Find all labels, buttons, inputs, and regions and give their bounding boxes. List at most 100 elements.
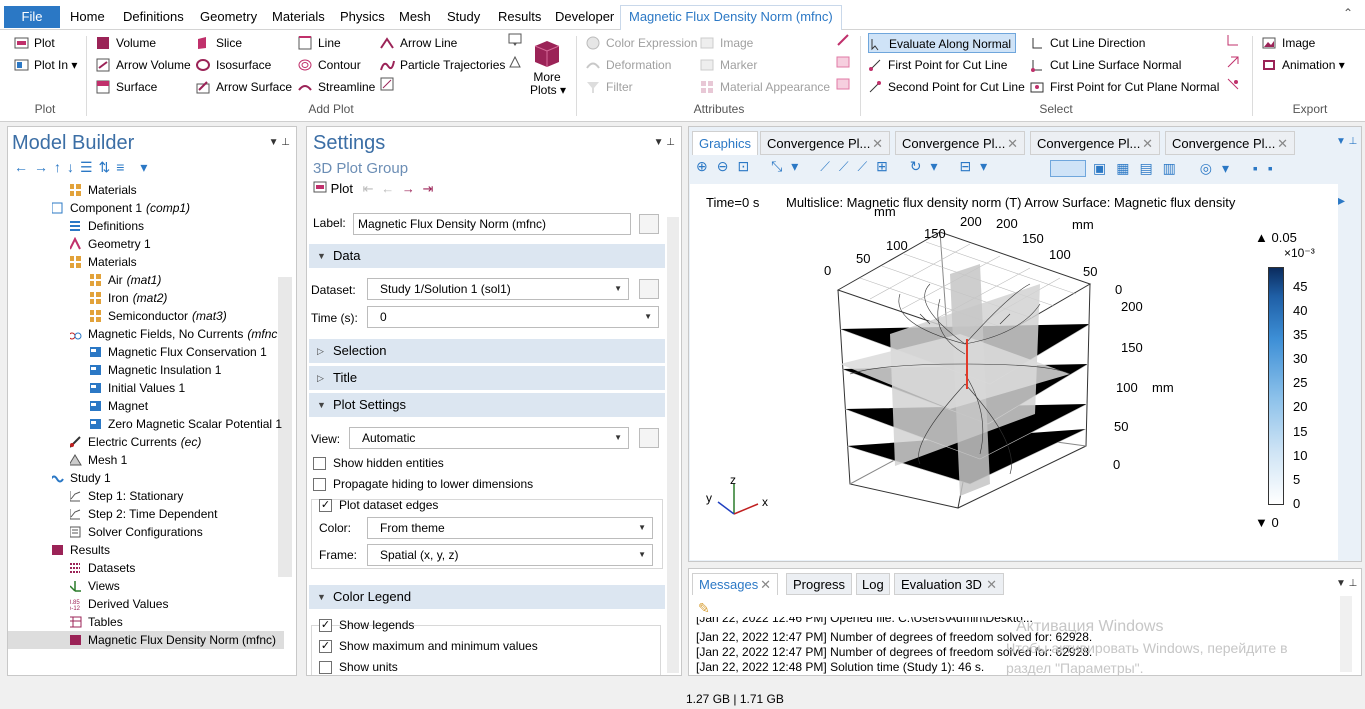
tree-item[interactable]: ▷Iron(mat2)	[90, 289, 284, 307]
tree-item[interactable]: ▷Datasets	[70, 559, 284, 577]
tree-item[interactable]: ▷Solver Configurations	[70, 523, 284, 541]
streamline-button[interactable]: Streamline	[298, 77, 375, 97]
material-appearance-button[interactable]: Material Appearance	[700, 77, 830, 97]
close-icon[interactable]: ✕	[1277, 132, 1288, 156]
surface-button[interactable]: Surface	[96, 77, 157, 97]
label-edit-icon[interactable]	[639, 214, 659, 234]
annotation-button[interactable]	[380, 77, 395, 97]
tree-item[interactable]: Step 2: Time Dependent	[70, 505, 284, 523]
tab-messages[interactable]: Messages ✕	[692, 573, 778, 595]
graphics-side-icon[interactable]: ▸	[1338, 192, 1345, 209]
plot-in-button[interactable]: Plot In ▾	[14, 55, 77, 75]
tree-item[interactable]: Magnet	[90, 397, 284, 415]
arrow-volume-button[interactable]: Arrow Volume	[96, 55, 191, 75]
filter-button[interactable]: Filter	[586, 77, 633, 97]
tree-item[interactable]: Initial Values 1	[90, 379, 284, 397]
select-tool-1-button[interactable]	[1226, 33, 1241, 53]
settings-scrollbar[interactable]	[667, 217, 679, 673]
selection-attr-button[interactable]	[836, 33, 851, 53]
next-icon[interactable]: →	[402, 181, 415, 196]
first-point-cut-plane-button[interactable]: First Point for Cut Plane Normal	[1030, 77, 1219, 97]
close-icon[interactable]: ✕	[1007, 132, 1018, 156]
tree-item[interactable]: Magnetic Insulation 1	[90, 361, 284, 379]
dataset-select[interactable]: Study 1/Solution 1 (sol1) ▼	[367, 278, 629, 300]
tree-item[interactable]: Mesh 1	[70, 451, 284, 469]
evaluate-along-normal-button[interactable]: Evaluate Along Normal	[868, 33, 1017, 53]
close-icon[interactable]: ✕	[986, 574, 997, 596]
tree-item[interactable]: ▼Component 1(comp1)	[52, 199, 284, 217]
previous-icon[interactable]: ←	[381, 181, 394, 196]
particle-trajectories-button[interactable]: Particle Trajectories	[380, 55, 505, 75]
view-select[interactable]: Automatic ▼	[349, 427, 629, 449]
show-hidden-checkbox[interactable]: Show hidden entities	[313, 454, 444, 472]
point-graph-button[interactable]	[508, 33, 523, 53]
tree-item[interactable]: Magnetic Flux Conservation 1	[90, 343, 284, 361]
show-legends-checkbox[interactable]: ✓ Show legends	[319, 616, 414, 634]
deformation-button[interactable]: Deformation	[586, 55, 671, 75]
tab-results[interactable]: Results	[492, 6, 547, 28]
marker-button[interactable]: Marker	[700, 55, 757, 75]
plot-button[interactable]: Plot	[14, 33, 55, 53]
tree-item[interactable]: ▷Magnetic Flux Density Norm (mfnc)	[70, 631, 284, 649]
tree-item[interactable]: ▼Study 1	[52, 469, 284, 487]
section-color-legend[interactable]: ▼ Color Legend	[309, 585, 665, 609]
tree-item[interactable]: ▼Magnetic Fields, No Currents(mfnc	[70, 325, 284, 343]
tree-item[interactable]: ▼Results	[52, 541, 284, 559]
tree-item[interactable]: 8.85e-12 Derived Values	[70, 595, 284, 613]
first-point-cut-line-button[interactable]: First Point for Cut Line	[868, 55, 1007, 75]
propagate-hiding-checkbox[interactable]: Propagate hiding to lower dimensions	[313, 475, 533, 493]
close-icon[interactable]: ✕	[1142, 132, 1153, 156]
tree-item[interactable]: ▷Tables	[70, 613, 284, 631]
settings-plot-button[interactable]: Plot ⇤ ← → ⇥	[313, 181, 433, 197]
frame-select[interactable]: Spatial (x, y, z) ▼	[367, 544, 653, 566]
close-icon[interactable]: ✕	[872, 132, 883, 156]
last-icon[interactable]: ⇥	[422, 181, 433, 196]
tab-study[interactable]: Study	[441, 6, 486, 28]
select-tool-3-button[interactable]	[1226, 77, 1241, 97]
max-min-button[interactable]	[508, 55, 523, 75]
show-units-checkbox[interactable]: Show units	[319, 658, 398, 676]
tab-convergence-1[interactable]: Convergence Pl... ✕	[760, 131, 890, 155]
more-plots-button[interactable]: More Plots ▾	[530, 38, 566, 98]
tree-item[interactable]: ▼Materials	[70, 253, 284, 271]
color-select[interactable]: From theme ▼	[367, 517, 653, 539]
arrow-line-button[interactable]: Arrow Line	[380, 33, 457, 53]
tree-item[interactable]: ▷Geometry 1	[70, 235, 284, 253]
tree-item[interactable]: ▷Electric Currents(ec)	[70, 433, 284, 451]
plot-dataset-edges-checkbox[interactable]: ✓ Plot dataset edges	[319, 496, 438, 514]
tab-materials[interactable]: Materials	[266, 6, 331, 28]
graphics-toolbar-right[interactable]: ▣▦▤▥ ◎▾ ▪▪	[1093, 160, 1283, 178]
model-builder-toolbar[interactable]: ←→↑↓☰⇅≡ ▾	[14, 159, 153, 176]
volume-button[interactable]: Volume	[96, 33, 156, 53]
collapse-ribbon-icon[interactable]: ⌃	[1343, 6, 1353, 20]
tab-plot-context[interactable]: Magnetic Flux Density Norm (mfnc)	[620, 5, 842, 30]
file-menu[interactable]: File	[4, 6, 60, 28]
export-image-button[interactable]: Image	[1262, 33, 1315, 53]
first-icon[interactable]: ⇤	[363, 181, 374, 196]
tab-mesh[interactable]: Mesh	[393, 6, 437, 28]
tab-home[interactable]: Home	[64, 6, 111, 28]
graphics-panel-menu-icon[interactable]: ▼ ⊥	[1336, 136, 1357, 147]
image-attr-button[interactable]: Image	[700, 33, 753, 53]
isosurface-button[interactable]: Isosurface	[196, 55, 271, 75]
section-data[interactable]: ▼ Data	[309, 244, 665, 268]
export-attr-button[interactable]	[836, 77, 851, 97]
export-animation-button[interactable]: Animation ▾	[1262, 55, 1345, 75]
panel-menu-icon[interactable]: ▼ ⊥	[269, 137, 290, 148]
tab-geometry[interactable]: Geometry	[194, 6, 263, 28]
close-icon[interactable]: ✕	[760, 574, 771, 596]
section-selection[interactable]: ▷ Selection	[309, 339, 665, 363]
tree-item[interactable]: ▷Definitions	[70, 217, 284, 235]
tree-item[interactable]: Zero Magnetic Scalar Potential 1	[90, 415, 284, 433]
contour-button[interactable]: Contour	[298, 55, 361, 75]
messages-panel-menu-icon[interactable]: ▼ ⊥	[1336, 578, 1357, 589]
time-select[interactable]: 0 ▼	[367, 306, 659, 328]
tree-item[interactable]: Materials	[70, 181, 284, 199]
messages-scrollbar[interactable]	[1340, 596, 1352, 672]
cut-line-direction-button[interactable]: Cut Line Direction	[1030, 33, 1145, 53]
tree-item[interactable]: ▷Semiconductor(mat3)	[90, 307, 284, 325]
slice-button[interactable]: Slice	[196, 33, 242, 53]
tab-developer[interactable]: Developer	[549, 6, 620, 28]
line-button[interactable]: Line	[298, 33, 341, 53]
tab-graphics[interactable]: Graphics	[692, 131, 758, 155]
